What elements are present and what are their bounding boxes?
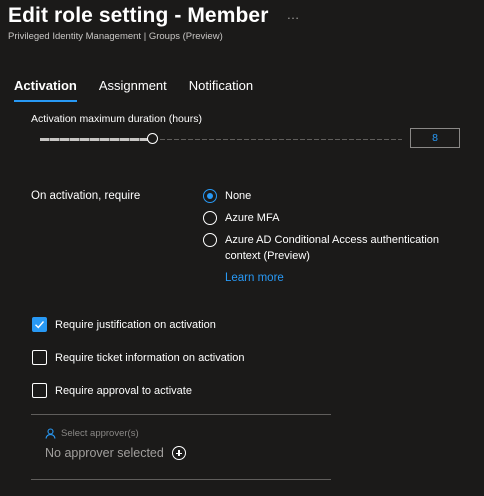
duration-slider[interactable]: [40, 131, 402, 147]
tab-notification[interactable]: Notification: [189, 78, 253, 99]
require-radio-group: None Azure MFA Azure AD Conditional Acce…: [203, 188, 473, 270]
duration-label: Activation maximum duration (hours): [31, 113, 202, 125]
radio-label: None: [225, 190, 252, 202]
checkbox-box[interactable]: [32, 350, 47, 365]
radio-circle[interactable]: [203, 211, 217, 225]
approver-value-text: No approver selected: [45, 446, 164, 460]
radio-azure-mfa[interactable]: Azure MFA: [203, 210, 473, 226]
approver-value: No approver selected: [45, 446, 186, 460]
header: Edit role setting - Member …: [8, 4, 299, 28]
require-approval-checkbox[interactable]: Require approval to activate: [32, 383, 192, 398]
checkbox-label: Require justification on activation: [55, 318, 216, 331]
checkbox-box[interactable]: [32, 383, 47, 398]
learn-more-link[interactable]: Learn more: [225, 272, 284, 284]
page-title: Edit role setting - Member: [8, 4, 269, 27]
tab-assignment[interactable]: Assignment: [99, 78, 167, 99]
radio-circle[interactable]: [203, 189, 217, 203]
radio-conditional-access[interactable]: Azure AD Conditional Access authenticati…: [203, 232, 473, 264]
require-justification-checkbox[interactable]: Require justification on activation: [32, 317, 216, 332]
tab-activation[interactable]: Activation: [14, 78, 77, 102]
radio-label: Azure AD Conditional Access authenticati…: [225, 234, 440, 262]
page-subtitle: Privileged Identity Management | Groups …: [8, 31, 223, 42]
require-ticket-checkbox[interactable]: Require ticket information on activation: [32, 350, 245, 365]
checkbox-label: Require ticket information on activation: [55, 351, 245, 364]
slider-filled-track: [40, 138, 148, 141]
slider-track[interactable]: [160, 139, 402, 140]
radio-circle[interactable]: [203, 233, 217, 247]
radio-none[interactable]: None: [203, 188, 473, 204]
require-label: On activation, require: [31, 190, 141, 202]
user-icon: [45, 428, 56, 439]
duration-input[interactable]: 8: [410, 128, 460, 148]
more-options-icon[interactable]: …: [286, 7, 299, 22]
divider: [31, 479, 331, 480]
radio-label: Azure MFA: [225, 212, 280, 224]
divider: [31, 414, 331, 415]
checkmark-icon: [35, 321, 45, 329]
checkbox-box[interactable]: [32, 317, 47, 332]
add-approver-icon[interactable]: [171, 446, 186, 460]
checkbox-label: Require approval to activate: [55, 384, 192, 397]
tab-bar: Activation Assignment Notification: [14, 78, 275, 102]
slider-thumb[interactable]: [147, 133, 158, 144]
approver-label: Select approver(s): [45, 428, 139, 439]
approver-label-text: Select approver(s): [61, 428, 139, 439]
